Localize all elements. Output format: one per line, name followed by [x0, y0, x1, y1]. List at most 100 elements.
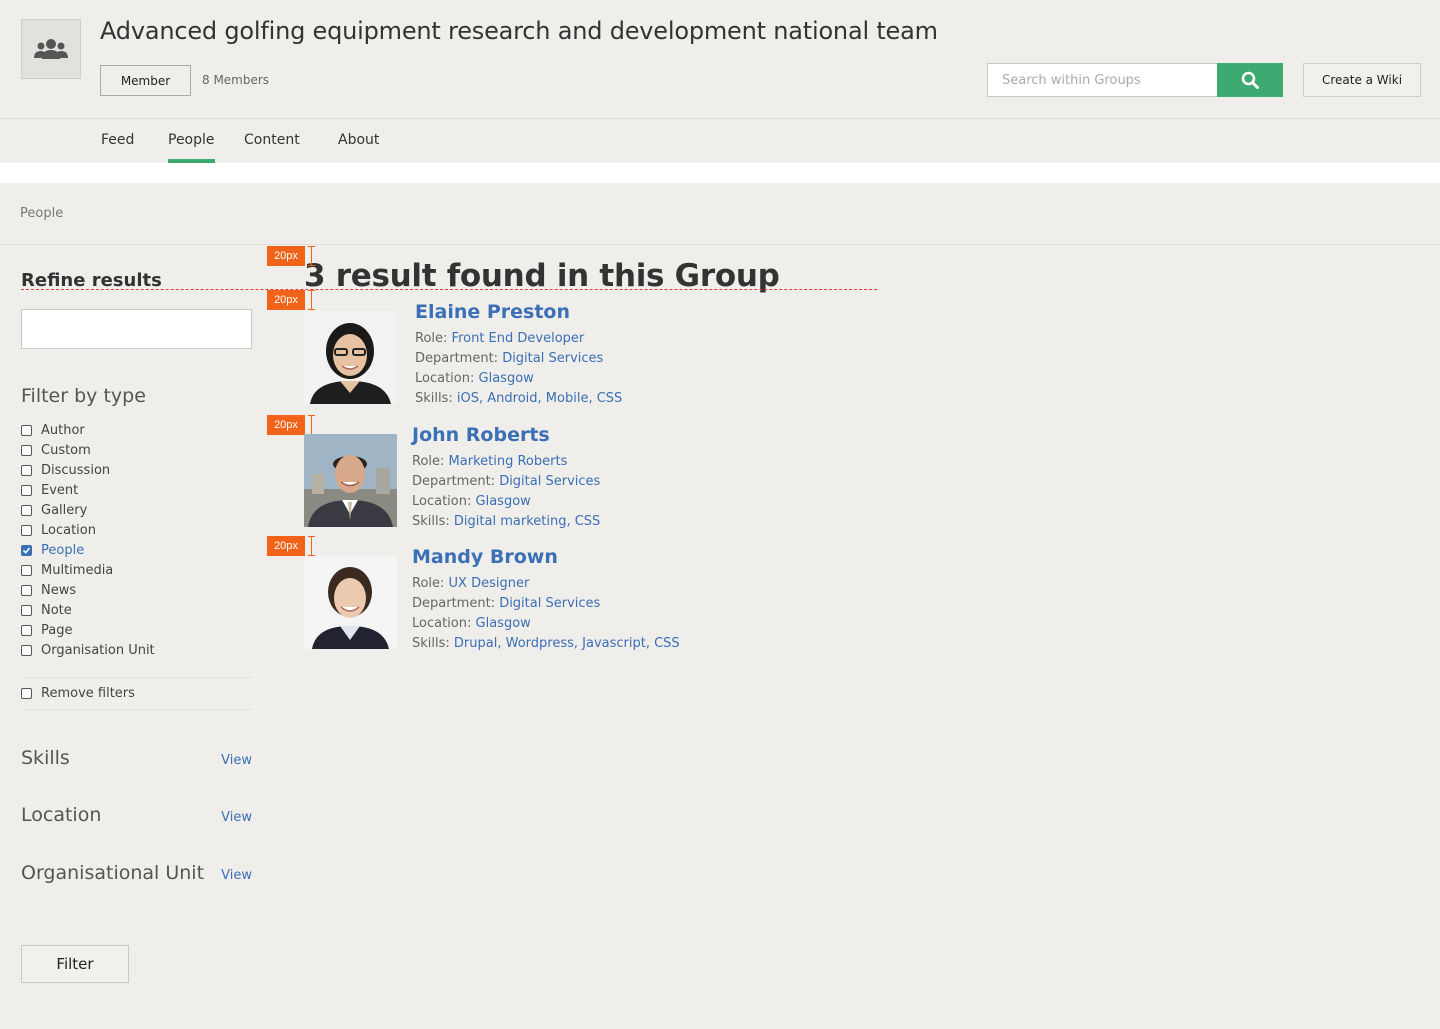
person-result: John Roberts Role: Marketing Roberts Dep… — [304, 424, 600, 529]
person-info: Elaine Preston Role: Front End Developer… — [415, 301, 622, 409]
person-portrait — [304, 311, 397, 404]
skills-links[interactable]: Drupal, Wordpress, Javascript, CSS — [454, 636, 680, 651]
spacing-marker — [308, 290, 317, 310]
filter-option[interactable]: Location — [21, 520, 155, 540]
role-link[interactable]: Marketing Roberts — [449, 454, 568, 469]
location-link[interactable]: Glasgow — [479, 371, 534, 386]
group-tabs: Feed People Content About — [0, 119, 1440, 163]
person-portrait — [304, 556, 397, 649]
group-header: Advanced golfing equipment research and … — [0, 0, 1440, 119]
department-label: Department: — [412, 596, 496, 611]
filter-option-label: Location — [41, 522, 96, 538]
refine-input[interactable] — [21, 309, 252, 349]
department-link[interactable]: Digital Services — [499, 596, 600, 611]
tab-content[interactable]: Content — [244, 132, 300, 148]
filter-option-label: Gallery — [41, 502, 88, 518]
checkbox-icon[interactable] — [21, 688, 32, 699]
remove-filters-label: Remove filters — [41, 686, 135, 701]
skills-label: Skills: — [412, 514, 450, 529]
location-label: Location: — [412, 616, 472, 631]
filter-button[interactable]: Filter — [21, 945, 129, 983]
filter-option[interactable]: Gallery — [21, 500, 155, 520]
spacing-marker — [308, 415, 317, 435]
facet-label: Skills — [21, 747, 70, 769]
checkbox-icon[interactable] — [21, 504, 32, 516]
filter-option[interactable]: Note — [21, 600, 155, 620]
filter-option[interactable]: Author — [21, 420, 155, 440]
spacing-badge: 20px — [267, 536, 305, 556]
department-link[interactable]: Digital Services — [502, 351, 603, 366]
filter-type-list: Author Custom Discussion Event Gallery Locati… — [21, 420, 155, 660]
checkbox-icon[interactable] — [21, 584, 32, 596]
facet-label: Location — [21, 804, 102, 826]
filter-option-label: Author — [41, 422, 85, 438]
filter-option[interactable]: Discussion — [21, 460, 155, 480]
spacing-marker — [308, 246, 317, 266]
spacing-badge: 20px — [267, 290, 305, 310]
person-info: Mandy Brown Role: UX Designer Department… — [412, 546, 680, 654]
filter-option[interactable]: Event — [21, 480, 155, 500]
filter-option-label: People — [41, 542, 85, 558]
spacing-badge: 20px — [267, 415, 305, 435]
person-name[interactable]: John Roberts — [412, 424, 600, 446]
location-link[interactable]: Glasgow — [476, 616, 531, 631]
search-icon — [1241, 71, 1259, 89]
skills-label: Skills: — [415, 391, 453, 406]
member-count[interactable]: 8 Members — [202, 73, 269, 87]
role-link[interactable]: Front End Developer — [452, 331, 585, 346]
member-button[interactable]: Member — [100, 65, 191, 96]
facet-label: Organisational Unit — [21, 862, 205, 884]
facet-organisational-unit: Organisational Unit View — [21, 862, 252, 884]
remove-filters-option[interactable]: Remove filters — [21, 677, 252, 710]
tab-people[interactable]: People — [168, 132, 215, 163]
breadcrumb-current: People — [20, 206, 64, 221]
facet-skills: Skills View — [21, 747, 252, 769]
skills-label: Skills: — [412, 636, 450, 651]
checkbox-icon[interactable] — [21, 464, 32, 476]
role-link[interactable]: UX Designer — [449, 576, 530, 591]
baseline-guide — [21, 289, 877, 290]
skills-links[interactable]: Digital marketing, CSS — [454, 514, 600, 529]
tab-feed[interactable]: Feed — [101, 132, 134, 148]
role-label: Role: — [415, 331, 448, 346]
checkbox-icon[interactable] — [21, 644, 32, 656]
checkbox-icon[interactable] — [21, 424, 32, 436]
checkbox-icon[interactable] — [21, 484, 32, 496]
checkbox-icon[interactable] — [21, 604, 32, 616]
checkbox-checked-icon[interactable] — [21, 544, 32, 556]
filter-option-label: News — [41, 582, 77, 598]
filter-option-label: Page — [41, 622, 73, 638]
person-name[interactable]: Mandy Brown — [412, 546, 680, 568]
filter-option-label: Multimedia — [41, 562, 114, 578]
checkbox-icon[interactable] — [21, 444, 32, 456]
person-photo[interactable] — [304, 556, 397, 649]
create-wiki-button[interactable]: Create a Wiki — [1303, 63, 1421, 97]
checkbox-icon[interactable] — [21, 524, 32, 536]
tab-about[interactable]: About — [338, 132, 379, 148]
checkbox-icon[interactable] — [21, 564, 32, 576]
breadcrumb: People — [0, 183, 1440, 245]
search-input[interactable] — [987, 63, 1218, 97]
role-label: Role: — [412, 576, 445, 591]
person-photo[interactable] — [304, 311, 397, 404]
filter-option-label: Event — [41, 482, 79, 498]
filter-option[interactable]: Page — [21, 620, 155, 640]
facet-view-link[interactable]: View — [221, 810, 252, 825]
refine-results-heading: Refine results — [21, 270, 162, 291]
filter-option[interactable]: News — [21, 580, 155, 600]
filter-option[interactable]: Custom — [21, 440, 155, 460]
person-photo[interactable] — [304, 434, 397, 527]
department-link[interactable]: Digital Services — [499, 474, 600, 489]
facet-view-link[interactable]: View — [221, 868, 252, 883]
filter-option-label: Discussion — [41, 462, 111, 478]
group-icon — [34, 39, 68, 59]
location-link[interactable]: Glasgow — [476, 494, 531, 509]
filter-option[interactable]: People — [21, 540, 155, 560]
skills-links[interactable]: iOS, Android, Mobile, CSS — [457, 391, 622, 406]
search-button[interactable] — [1217, 63, 1283, 97]
filter-option[interactable]: Organisation Unit — [21, 640, 155, 660]
facet-view-link[interactable]: View — [221, 753, 252, 768]
person-name[interactable]: Elaine Preston — [415, 301, 622, 323]
filter-option[interactable]: Multimedia — [21, 560, 155, 580]
checkbox-icon[interactable] — [21, 624, 32, 636]
